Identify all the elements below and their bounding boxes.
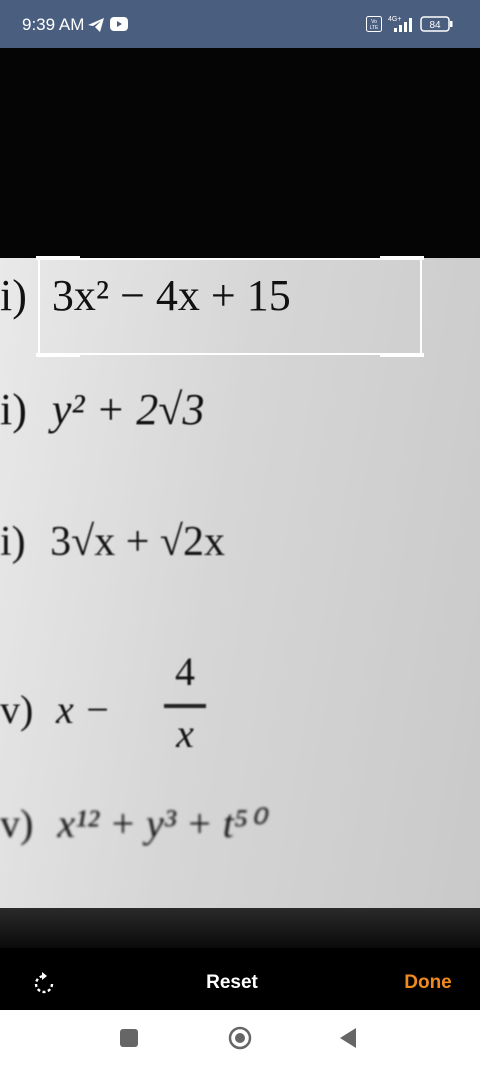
status-time: 9:39 AM (22, 15, 85, 34)
crop-handle-top-left[interactable] (36, 256, 80, 260)
crop-handle-top-right[interactable] (380, 256, 424, 260)
battery-icon: 84 (420, 14, 454, 39)
expression-4-label: v) (0, 687, 34, 732)
expression-5: v) x¹² + y³ + t⁵⁰ (0, 800, 264, 847)
expression-3: i) 3√x + √2x (0, 518, 225, 566)
youtube-icon (110, 17, 128, 36)
expression-4-lhs: x − (56, 687, 111, 732)
fraction-numerator: 4 (175, 649, 195, 694)
fraction-denominator: x (176, 711, 194, 756)
back-triangle-icon[interactable] (338, 1026, 358, 1055)
expression-5-text: x¹² + y³ + t⁵⁰ (57, 801, 264, 846)
volte-icon: Vo LTE (366, 16, 382, 37)
expression-3-label: i) (0, 519, 26, 565)
expression-2-text: y² + 2√3 (51, 385, 205, 434)
crop-handle-bottom-right[interactable] (380, 353, 424, 357)
expression-2: i) y² + 2√3 (0, 384, 204, 435)
crop-selection-box[interactable] (38, 258, 422, 355)
network-type: 4G+ (388, 16, 401, 23)
navigation-bar (0, 1010, 480, 1067)
signal-icon: 4G+ (386, 14, 416, 39)
photo-viewport[interactable]: i) 3x² − 4x + 15 i) y² + 2√3 i) 3√x + √2… (0, 48, 480, 948)
expression-4: v) x − 4 x (0, 648, 480, 778)
expression-5-label: v) (0, 801, 34, 846)
recents-square-icon[interactable] (120, 1029, 138, 1047)
rotate-icon[interactable] (30, 970, 58, 998)
status-bar: 9:39 AM Vo LTE 4G+ 84 (0, 0, 480, 48)
telegram-icon (87, 17, 105, 38)
fraction-bar (164, 704, 206, 708)
expression-2-label: i) (0, 385, 27, 434)
photo-shade (0, 908, 480, 948)
battery-level: 84 (429, 20, 441, 31)
expression-1-label: i) (0, 271, 27, 320)
home-circle-icon[interactable] (227, 1025, 253, 1056)
done-button[interactable]: Done (392, 972, 464, 994)
crop-handle-bottom-left[interactable] (36, 353, 80, 357)
expression-3-text: 3√x + √2x (50, 519, 225, 565)
svg-text:LTE: LTE (370, 25, 379, 31)
action-bar: Reset Done (0, 948, 480, 1010)
reset-button[interactable]: Reset (190, 972, 274, 994)
